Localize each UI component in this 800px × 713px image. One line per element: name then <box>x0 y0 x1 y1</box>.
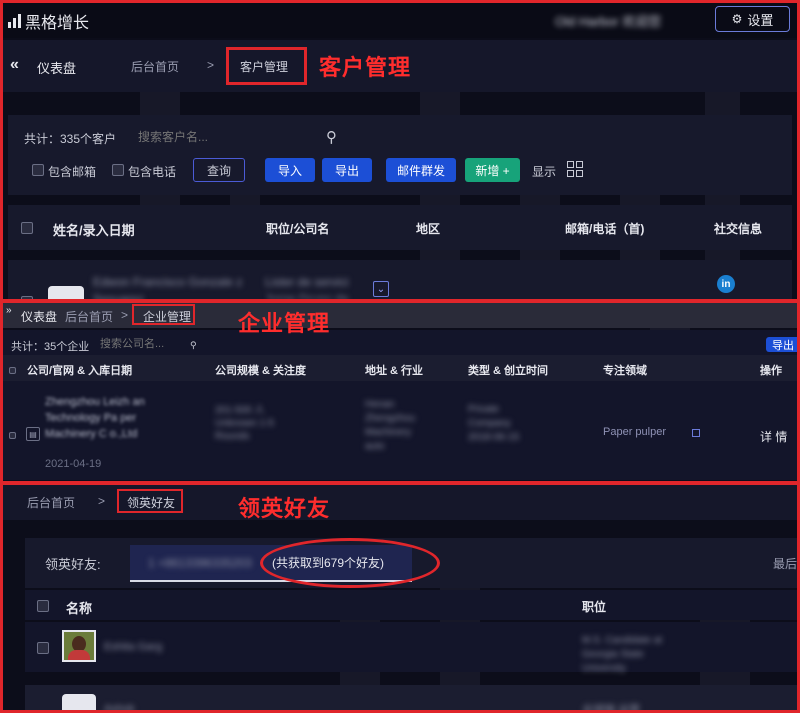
collapse-icon-2[interactable]: » <box>6 305 12 316</box>
search-input[interactable] <box>138 126 338 148</box>
annotation-label: 客户管理 <box>319 55 412 80</box>
col-type: 类型 & 创立时间 <box>468 365 549 377</box>
col-company-website: 公司/官网 & 入库日期 <box>27 365 133 377</box>
select-all-checkbox[interactable] <box>21 222 33 234</box>
tab-home-3[interactable]: 后台首页 <box>27 494 75 511</box>
breadcrumb-separator-2: > <box>121 308 129 322</box>
friend-name-2: Ashok <box>104 703 135 713</box>
customer-count: 共计：335个客户 <box>24 132 117 146</box>
friends-table-header <box>25 590 800 620</box>
logo-text: 黑格增长 <box>25 15 90 32</box>
company-address: Henan Zhengzhou Machinery auto <box>365 399 416 452</box>
company-logo-icon: ▤ <box>26 427 40 441</box>
search-icon[interactable]: ⚲ <box>326 128 337 146</box>
top-bar <box>0 0 800 38</box>
settings-label: 设置 <box>747 12 774 28</box>
col-social: 社交信息 <box>714 222 763 236</box>
query-button[interactable]: 查询 <box>193 158 245 182</box>
col-region: 地区 <box>416 222 441 236</box>
account-value: 1 +8613396335203 <box>148 556 252 570</box>
customer-toolbar <box>8 115 792 195</box>
focus-edit-icon[interactable] <box>692 429 700 437</box>
collapse-icon[interactable]: « <box>10 56 19 74</box>
col-friend-title: 职位 <box>582 600 607 614</box>
breadcrumb-separator-3: > <box>98 494 106 508</box>
export-button[interactable]: 导出 <box>322 158 372 182</box>
user-greeting: Old Harbor 欢迎您 <box>555 14 662 29</box>
select-all-checkbox-3[interactable] <box>37 600 49 612</box>
logo[interactable]: 黑格增长 <box>8 9 89 33</box>
linkedin-icon[interactable]: in <box>717 275 735 293</box>
col-name: 姓名/录入日期 <box>53 223 135 238</box>
company-focus: Paper pulper <box>603 426 666 438</box>
tab-home[interactable]: 后台首页 <box>131 58 179 75</box>
enterprise-count: 共计：35个企业 <box>11 341 90 353</box>
highlight-ellipse <box>260 538 440 588</box>
checkbox-phone[interactable] <box>112 164 124 176</box>
col-company: 职位/公司名 <box>266 222 330 236</box>
row-checkbox-3[interactable] <box>37 642 49 654</box>
logo-icon <box>8 14 21 28</box>
company-name[interactable]: Zhengzhou Leizh an Technology Pa per Mac… <box>45 394 145 442</box>
display-label: 显示 <box>532 165 557 179</box>
breadcrumb-separator: > <box>207 58 215 72</box>
add-button[interactable]: 新增 + <box>465 158 520 182</box>
section-divider-2 <box>0 481 800 485</box>
highlight-box-3 <box>117 489 183 513</box>
friend-avatar-2 <box>62 694 96 713</box>
tab-home-2[interactable]: 后台首页 <box>65 308 113 325</box>
annotation-label-2: 企业管理 <box>238 311 331 336</box>
company-date: 2021-04-19 <box>45 458 102 470</box>
search-icon-2[interactable]: ⚲ <box>190 340 197 351</box>
section-divider <box>0 299 800 303</box>
filter-phone-label: 包含电话 <box>128 165 177 179</box>
friend-title: M.S. Candidate at Georgia State Universi… <box>582 635 663 674</box>
friends-label: 领英好友: <box>45 557 101 572</box>
friend-avatar <box>62 630 96 662</box>
col-scale: 公司规模 & 关注度 <box>215 365 307 377</box>
grid-view-icon[interactable] <box>567 161 583 177</box>
col-friend-name: 名称 <box>66 601 93 616</box>
avatar <box>48 286 84 300</box>
nav-dashboard[interactable]: 仪表盘 <box>37 58 76 77</box>
col-action: 操作 <box>760 365 782 377</box>
col-email: 邮箱/电话（首) <box>565 222 645 236</box>
mass-mail-button[interactable]: 邮件群发 <box>386 158 456 182</box>
filter-email-label: 包含邮箱 <box>48 165 97 179</box>
friend-name: Eshita Garg <box>104 641 163 653</box>
annotation-label-3: 领英好友 <box>238 496 331 521</box>
gear-icon: ⚙ <box>731 12 743 26</box>
detail-link[interactable]: 详 情 <box>760 428 787 445</box>
latest-label: 最后 <box>773 557 798 571</box>
friend-title-2: 全球销 运营 <box>582 704 641 713</box>
import-button[interactable]: 导入 <box>265 158 315 182</box>
company-scale: 201-500 人 Unknown 1-5 Rounds <box>215 405 274 442</box>
expand-chevron-icon[interactable]: ⌄ <box>373 281 389 297</box>
highlight-box <box>226 47 307 85</box>
nav-dashboard-2[interactable]: 仪表盘 <box>21 308 57 325</box>
export-button-2[interactable]: 导出 <box>766 337 800 352</box>
highlight-box-2 <box>132 304 195 325</box>
company-search-input[interactable] <box>100 336 190 352</box>
company-type: Private Company 2018-06-15 <box>468 404 520 443</box>
checkbox-email[interactable] <box>32 164 44 176</box>
settings-button[interactable]: ⚙ 设置 <box>715 6 790 32</box>
select-all-checkbox-2[interactable] <box>9 367 16 374</box>
col-address: 地址 & 行业 <box>365 365 424 377</box>
col-focus: 专注领域 <box>603 365 647 377</box>
friend-row-2[interactable] <box>25 685 800 713</box>
row-checkbox-2[interactable] <box>9 432 16 439</box>
customer-company: Lister de servici Jorge Grupo de Solucio… <box>265 275 349 300</box>
